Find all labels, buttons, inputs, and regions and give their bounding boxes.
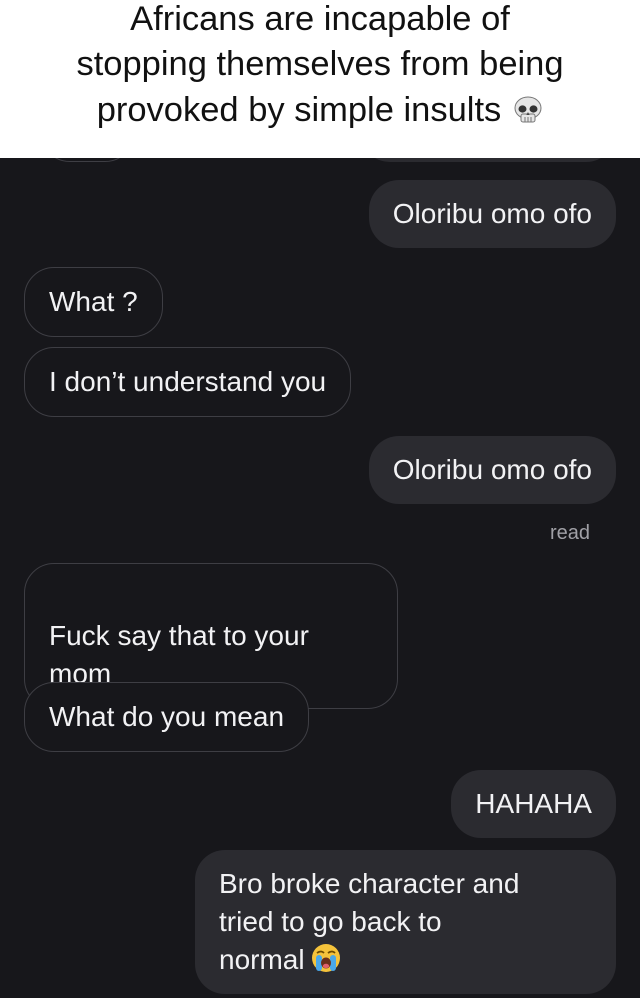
message-text: Oloribu omo ofo	[392, 454, 592, 485]
caption-line: provoked by simple insults	[0, 90, 640, 130]
loudly-crying-face-icon	[311, 944, 340, 972]
message-bubble-incoming[interactable]: What do you mean	[24, 682, 310, 752]
message-text: Bro broke character and tried to go back…	[219, 868, 520, 975]
message-text: Fuck say that to your mom	[49, 620, 309, 689]
message-text: I don’t understand you	[49, 366, 327, 397]
caption-line: Africans are incapable of	[130, 0, 510, 38]
message-bubble-partial	[40, 158, 135, 162]
message-text: What do you mean	[49, 701, 285, 732]
chat-thread[interactable]: Oloribu omo ofo What ? I don’t understan…	[0, 158, 640, 998]
message-text: HAHAHA	[475, 788, 592, 819]
read-receipt: read	[549, 522, 590, 544]
meme-caption: Africans are incapable of stopping thems…	[0, 0, 640, 158]
caption-line: stopping themselves from being	[76, 45, 564, 83]
message-bubble-outgoing[interactable]: HAHAHA	[451, 770, 616, 838]
message-bubble-outgoing[interactable]: Oloribu omo ofo	[368, 180, 616, 248]
message-bubble-outgoing[interactable]: Oloribu omo ofo	[368, 436, 616, 504]
skull-icon	[514, 96, 542, 123]
message-bubble-outgoing[interactable]: Bro broke character and tried to go back…	[195, 850, 616, 994]
message-bubble-incoming[interactable]: I don’t understand you	[24, 347, 352, 417]
message-text: Oloribu omo ofo	[392, 198, 592, 229]
message-bubble-incoming[interactable]: What ?	[24, 267, 163, 337]
caption-line-text: provoked by simple insults	[96, 91, 502, 129]
message-text: What ?	[49, 286, 138, 317]
message-bubble-partial	[360, 158, 616, 162]
